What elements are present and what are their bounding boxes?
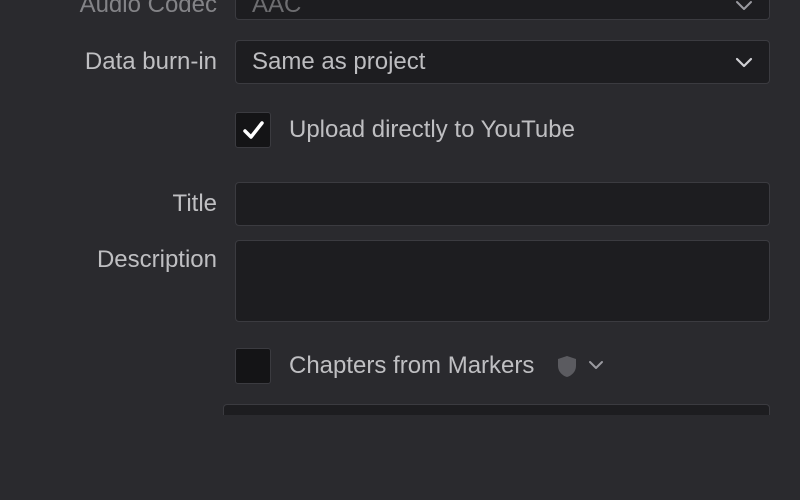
data-burn-in-value: Same as project [252,48,425,76]
chapters-row: Chapters from Markers [30,348,770,384]
chapters-label: Chapters from Markers [289,352,534,380]
shield-icon [556,354,578,378]
audio-codec-label: Audio Codec [30,0,235,12]
audio-codec-value: AAC [252,0,301,12]
title-input[interactable] [235,182,770,226]
description-label: Description [30,240,235,274]
audio-codec-row: Audio Codec AAC [30,0,770,20]
chevron-down-icon [735,0,753,14]
next-field-top-edge [223,404,770,415]
chevron-down-icon[interactable] [588,358,604,374]
data-burn-in-row: Data burn-in Same as project [30,40,770,84]
data-burn-in-select[interactable]: Same as project [235,40,770,84]
chevron-down-icon [735,53,753,71]
upload-youtube-label: Upload directly to YouTube [289,116,575,144]
description-row: Description [30,240,770,322]
chapters-checkbox[interactable] [235,348,271,384]
upload-youtube-checkbox[interactable] [235,112,271,148]
data-burn-in-label: Data burn-in [30,48,235,76]
title-label: Title [30,190,235,218]
description-input[interactable] [235,240,770,322]
title-row: Title [30,182,770,226]
upload-youtube-row: Upload directly to YouTube [30,112,770,148]
audio-codec-select[interactable]: AAC [235,0,770,20]
